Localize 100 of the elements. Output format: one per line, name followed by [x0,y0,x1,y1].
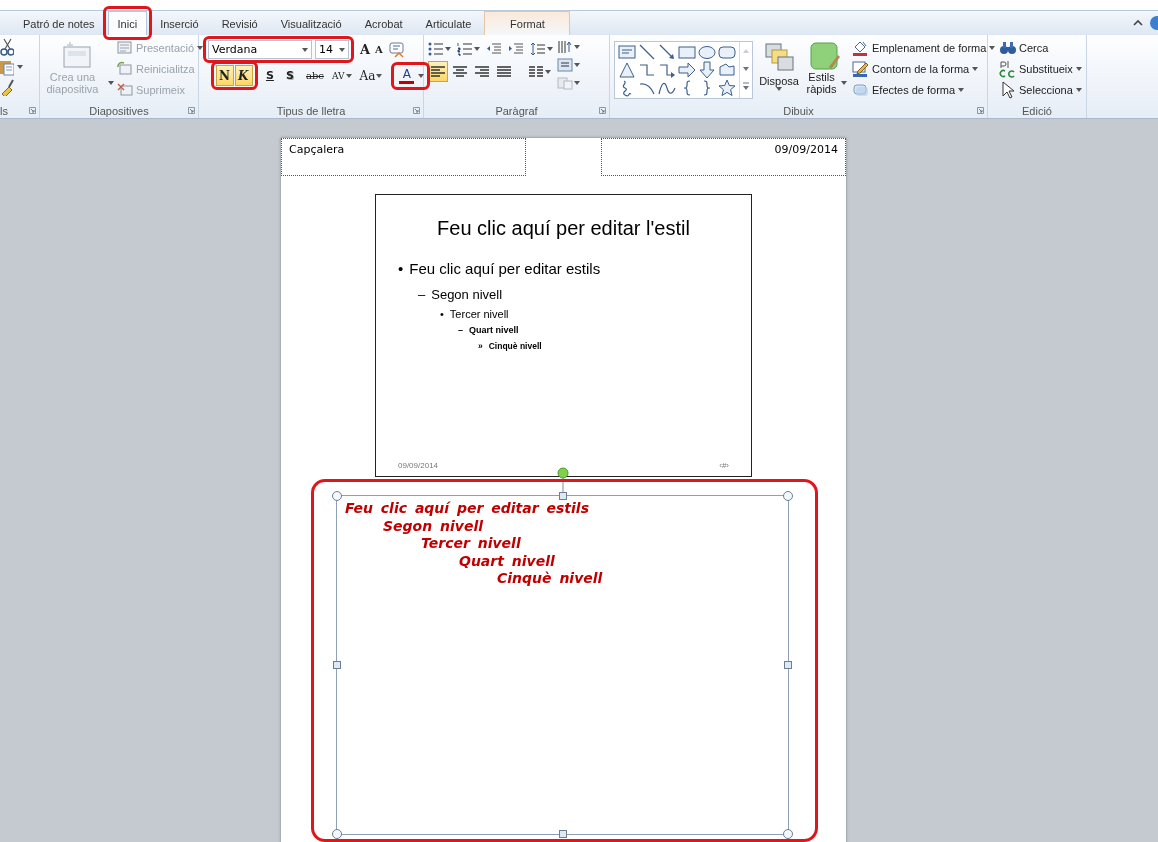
caret-icon [989,45,996,50]
freeform-icon[interactable] [718,61,736,79]
shape-gallery[interactable] [614,41,753,99]
ribbon-tab[interactable]: Acrobat [354,11,413,35]
oval-icon[interactable] [698,43,716,61]
resize-handle[interactable] [332,829,342,839]
caret-icon [1075,66,1082,71]
character-spacing-button[interactable]: AV [328,65,355,86]
bullet-text: Quart nivell [469,325,519,335]
font-name-field[interactable]: Verdana [208,40,312,59]
underline-button[interactable]: S [263,65,281,86]
arrow-icon[interactable] [658,43,676,61]
header-text: Capçalera [289,143,345,158]
text-direction-icon[interactable] [557,40,573,54]
resize-handle[interactable] [783,829,793,839]
notes-text: Cinquè nivell [496,570,604,588]
format-painter-icon[interactable] [0,78,14,96]
caret-icon [1075,87,1082,92]
resize-handle[interactable] [333,661,341,669]
resize-handle[interactable] [783,491,793,501]
slide-footer-date: 09/09/2014 [398,461,439,470]
quick-styles-button[interactable]: Estils ràpids [805,38,845,103]
notes-text: Tercer nivell [420,535,522,553]
star-icon[interactable] [718,79,736,97]
notes-text: Feu clic aquí per editar estils [345,500,590,518]
caret-icon [17,65,23,69]
ribbon-tab[interactable]: Inici [107,11,148,35]
shape-fill-button[interactable]: Emplenament de forma [849,38,999,57]
triangle-icon[interactable] [618,61,636,79]
numbering-icon[interactable] [457,42,473,56]
resize-handle[interactable] [558,492,567,500]
down-arrow-icon[interactable] [698,61,716,79]
font-color-button[interactable]: A [397,66,417,85]
caret-icon [958,87,965,92]
dialog-launcher-icon[interactable] [977,107,984,114]
font-size-field[interactable]: 14 [315,40,349,59]
elbow-connector-icon[interactable] [638,61,656,79]
cursor-icon [999,80,1016,99]
rounded-rectangle-icon[interactable] [718,43,736,61]
align-text-icon[interactable] [557,58,573,72]
select-button[interactable]: Selecciona [996,80,1085,99]
right-arrow-icon[interactable] [678,61,696,79]
slide-thumbnail[interactable]: Feu clic aquí per editar l'estil • Feu clic aquí per editar estils – Segon nivell • Tercer nivell – Quart nivell » Cinquè nivell 09/09/2014 ‹#› [375,194,752,477]
bullet-text: Feu clic aquí per editar estils [409,260,601,277]
caret-icon [345,73,352,78]
delete-slide-icon [117,82,133,97]
strikethrough-button[interactable]: abc [303,65,327,86]
shrink-font-button[interactable]: A [374,44,384,55]
header-placeholder[interactable]: Capçalera [281,138,526,176]
clear-formatting-icon[interactable] [386,40,407,59]
ribbon-tab[interactable]: Patró de notes [13,11,105,35]
caret-icon [474,47,480,51]
dialog-launcher-icon[interactable] [29,107,36,114]
decrease-indent-icon[interactable] [486,42,502,56]
shape-effects-button[interactable]: Efectes de forma [849,80,999,99]
grow-font-button[interactable]: A [359,42,372,57]
collapse-ribbon-icon[interactable] [1132,18,1144,28]
group-label: Dibuix [783,104,814,117]
shadow-button[interactable]: S [283,65,301,86]
align-left-button[interactable] [428,61,448,82]
change-case-button[interactable]: Aa [356,65,386,86]
shape-outline-button[interactable]: Contorn de la forma [849,59,999,78]
caret-icon [445,47,451,51]
columns-icon[interactable] [528,64,544,79]
bullet-text: Tercer nivell [449,308,509,320]
slide-icon [61,41,93,71]
bullet-mark: • [398,260,404,277]
caret-icon [574,63,580,67]
caret-icon [418,73,425,78]
rotate-handle[interactable] [556,467,569,492]
resize-handle[interactable] [784,661,792,669]
replace-button[interactable]: Substitueix [996,59,1085,78]
dialog-launcher-icon[interactable] [599,107,606,114]
resize-handle[interactable] [332,491,342,501]
line-icon[interactable] [638,43,656,61]
slide-number: ‹#› [719,461,729,470]
bold-button[interactable]: N [216,65,234,86]
date-placeholder[interactable]: 09/09/2014 [601,138,846,176]
dialog-launcher-icon[interactable] [413,107,420,114]
dialog-launcher-icon[interactable] [188,107,195,114]
ribbon-tab[interactable]: Revisió [211,11,268,35]
find-button[interactable]: Cerca [996,38,1085,57]
ribbon-tab[interactable]: Format [484,11,571,35]
ribbon-tab[interactable]: Visualització [270,11,352,35]
italic-button[interactable]: K [235,65,253,86]
ribbon-tab[interactable]: Inserció [150,11,209,35]
paste-icon[interactable] [0,58,14,76]
ribbon-tab[interactable]: Articulate [415,11,482,35]
help-icon[interactable] [1148,15,1158,31]
scissors-icon[interactable] [0,38,14,56]
increase-indent-icon[interactable] [508,42,524,56]
group-label: Paràgraf [495,104,538,117]
line-spacing-icon[interactable] [530,42,546,56]
arrange-button[interactable]: Disposa [757,38,801,103]
replace-icon [999,59,1016,78]
caret-icon [840,81,847,85]
elbow-arrow-icon[interactable] [658,61,676,79]
bullets-icon[interactable] [428,42,444,56]
notes-text: Segon nivell [382,517,485,535]
resize-handle[interactable] [558,830,567,838]
